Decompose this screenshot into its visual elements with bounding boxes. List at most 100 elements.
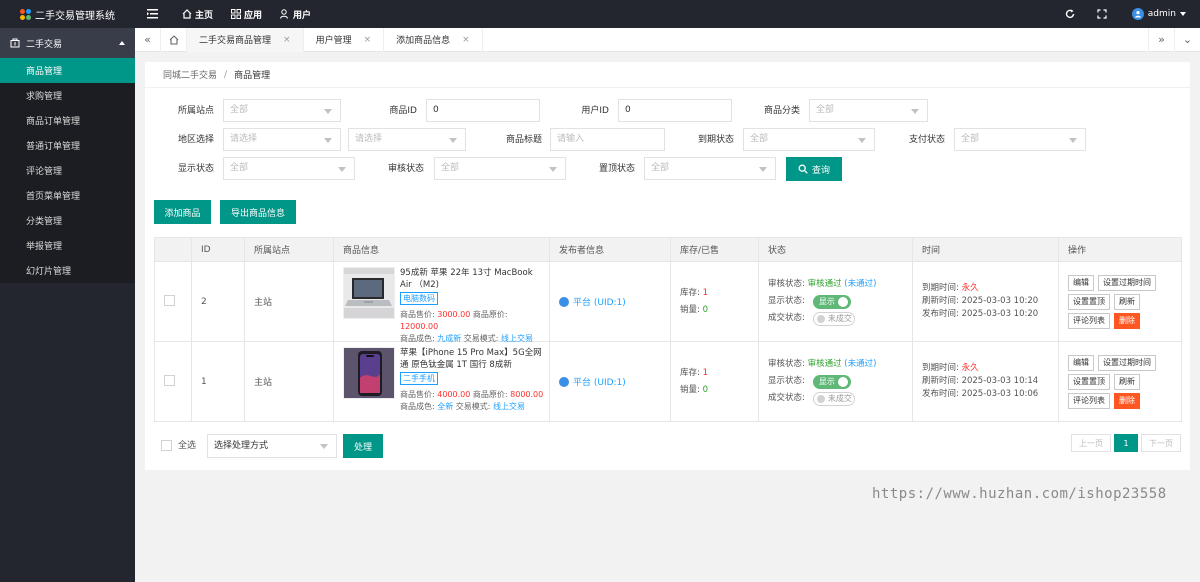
nav-users[interactable]: 用户: [271, 0, 320, 28]
prev-page-button[interactable]: 上一页: [1071, 434, 1111, 452]
logo-icon: [20, 8, 31, 20]
filter-category-select[interactable]: 全部: [809, 99, 928, 122]
set-expire-button[interactable]: 设置过期时间: [1098, 354, 1156, 371]
filter-city-select[interactable]: 请选择: [348, 128, 466, 151]
display-toggle[interactable]: 显示: [812, 294, 851, 309]
header-goods-info: 商品信息: [333, 237, 550, 262]
filter-expire-select[interactable]: 全部: [743, 128, 875, 151]
condition-line: 商品成色: 全新 交易模式: 线上交易: [400, 401, 545, 413]
set-top-button[interactable]: 设置置顶: [1068, 373, 1110, 390]
publisher[interactable]: 平台 (UID:1): [559, 295, 670, 308]
sidebar-item-home-menu[interactable]: 首页菜单管理: [0, 183, 135, 208]
sidebar-item-goods-orders[interactable]: 商品订单管理: [0, 108, 135, 133]
status-cell: 审核状态: 审核通过 (未通过) 显示状态: 显示 成交状态: 未成交: [758, 261, 913, 342]
nav-home[interactable]: 主页: [173, 0, 222, 28]
refresh-button[interactable]: 刷新: [1114, 373, 1140, 390]
close-icon[interactable]: ×: [462, 35, 470, 45]
breadcrumb-current: 商品管理: [234, 71, 271, 81]
goods-thumbnail-laptop[interactable]: [343, 267, 395, 319]
goods-title[interactable]: 95成新 苹果 22年 13寸 MacBook Air （M2): [400, 267, 545, 291]
sidebar-item-wanted[interactable]: 求购管理: [0, 83, 135, 108]
refresh-icon[interactable]: [1054, 0, 1086, 28]
tabs-menu-icon[interactable]: ⌄: [1174, 27, 1200, 52]
trade-icon: [10, 38, 20, 48]
select-value: 全部: [230, 163, 249, 173]
refresh-label: 刷新时间:: [922, 296, 959, 306]
tab-goods-manage[interactable]: 二手交易商品管理 ×: [187, 27, 304, 52]
sidebar-item-label: 商品管理: [26, 67, 63, 77]
set-top-button[interactable]: 设置置顶: [1068, 293, 1110, 310]
row-checkbox[interactable]: [164, 294, 175, 306]
display-toggle[interactable]: 显示: [812, 374, 851, 389]
comment-list-button[interactable]: 评论列表: [1068, 392, 1110, 409]
filter-site-select[interactable]: 全部: [223, 99, 341, 122]
filter-audit-select[interactable]: 全部: [434, 157, 566, 180]
user-avatar-icon: [559, 296, 569, 307]
deal-toggle[interactable]: 未成交: [812, 391, 855, 406]
row-site: 主站: [244, 261, 334, 342]
header-actions: 操作: [1058, 237, 1182, 262]
publisher[interactable]: 平台 (UID:1): [559, 375, 670, 388]
tabs-scroll-left-icon[interactable]: «: [135, 27, 161, 52]
filter-pay-select[interactable]: 全部: [954, 128, 1086, 151]
deal-toggle[interactable]: 未成交: [812, 311, 855, 326]
filter-user-id-input[interactable]: 0: [618, 99, 732, 122]
menu-toggle-icon[interactable]: [135, 0, 173, 28]
nav-apps[interactable]: 应用: [222, 0, 271, 28]
batch-action-select[interactable]: 选择处理方式: [207, 434, 337, 458]
filter-province-select[interactable]: 请选择: [223, 128, 341, 151]
select-all-checkbox[interactable]: [161, 440, 172, 451]
goods-thumbnail-phone[interactable]: [343, 347, 395, 399]
table-footer: 全选 选择处理方式 处理 上一页 1 下一页: [154, 434, 1181, 458]
delete-button[interactable]: 删除: [1114, 392, 1140, 409]
toggle-text: 未成交: [827, 314, 852, 323]
user-icon: [280, 9, 289, 19]
sidebar-group-trade[interactable]: 二手交易: [0, 28, 135, 58]
refresh-button[interactable]: 刷新: [1114, 293, 1140, 310]
edit-button[interactable]: 编辑: [1068, 274, 1094, 291]
audit-reject-link[interactable]: (未通过): [844, 276, 876, 293]
tab-add-goods[interactable]: 添加商品信息 ×: [384, 27, 483, 52]
select-value: 全部: [961, 134, 980, 144]
actions-cell: 编辑 设置过期时间 设置置顶 刷新 评论列表 删除: [1058, 341, 1182, 422]
tabs-scroll-right-icon[interactable]: »: [1148, 27, 1174, 52]
query-button[interactable]: 查询: [786, 157, 842, 181]
set-expire-button[interactable]: 设置过期时间: [1098, 274, 1156, 291]
row-checkbox[interactable]: [164, 374, 175, 386]
breadcrumb-root[interactable]: 同城二手交易: [163, 68, 217, 81]
fullscreen-icon[interactable]: [1086, 0, 1118, 28]
audit-reject-link[interactable]: (未通过): [844, 356, 876, 373]
filter-goods-id-input[interactable]: 0: [426, 99, 540, 122]
price-label: 商品售价:: [400, 390, 435, 399]
next-page-button[interactable]: 下一页: [1141, 434, 1181, 452]
filter-display-label: 显示状态: [177, 164, 214, 174]
tab-home[interactable]: [161, 27, 187, 52]
sidebar-item-comments[interactable]: 评论管理: [0, 158, 135, 183]
sidebar-item-normal-orders[interactable]: 普通订单管理: [0, 133, 135, 158]
top-right-tools: admin: [1054, 0, 1200, 28]
user-menu[interactable]: admin: [1131, 8, 1186, 20]
filter-goods-id-label: 商品ID: [389, 106, 417, 116]
close-icon[interactable]: ×: [283, 35, 291, 45]
edit-button[interactable]: 编辑: [1068, 354, 1094, 371]
sidebar-item-slides[interactable]: 幻灯片管理: [0, 258, 135, 283]
sold-label: 销量:: [680, 384, 700, 395]
delete-button[interactable]: 删除: [1114, 312, 1140, 329]
tab-user-manage[interactable]: 用户管理 ×: [304, 27, 385, 52]
sidebar-item-goods[interactable]: 商品管理: [0, 58, 135, 83]
comment-list-button[interactable]: 评论列表: [1068, 312, 1110, 329]
sidebar-item-categories[interactable]: 分类管理: [0, 208, 135, 233]
filter-pay-label: 支付状态: [908, 135, 945, 145]
process-button[interactable]: 处理: [343, 434, 383, 458]
condition-label: 商品成色:: [400, 402, 435, 411]
page-number[interactable]: 1: [1114, 434, 1138, 452]
close-icon[interactable]: ×: [364, 35, 372, 45]
add-goods-button[interactable]: 添加商品: [154, 200, 211, 224]
filter-display-select[interactable]: 全部: [223, 157, 355, 180]
filter-top-select[interactable]: 全部: [644, 157, 776, 180]
goods-title[interactable]: 苹果【iPhone 15 Pro Max】5G全网通 原色钛金属 1T 国行 8…: [400, 347, 545, 371]
sidebar-item-reports[interactable]: 举报管理: [0, 233, 135, 258]
export-goods-button[interactable]: 导出商品信息: [220, 200, 296, 224]
home-icon: [169, 34, 178, 45]
filter-title-input[interactable]: 请输入: [550, 128, 665, 151]
